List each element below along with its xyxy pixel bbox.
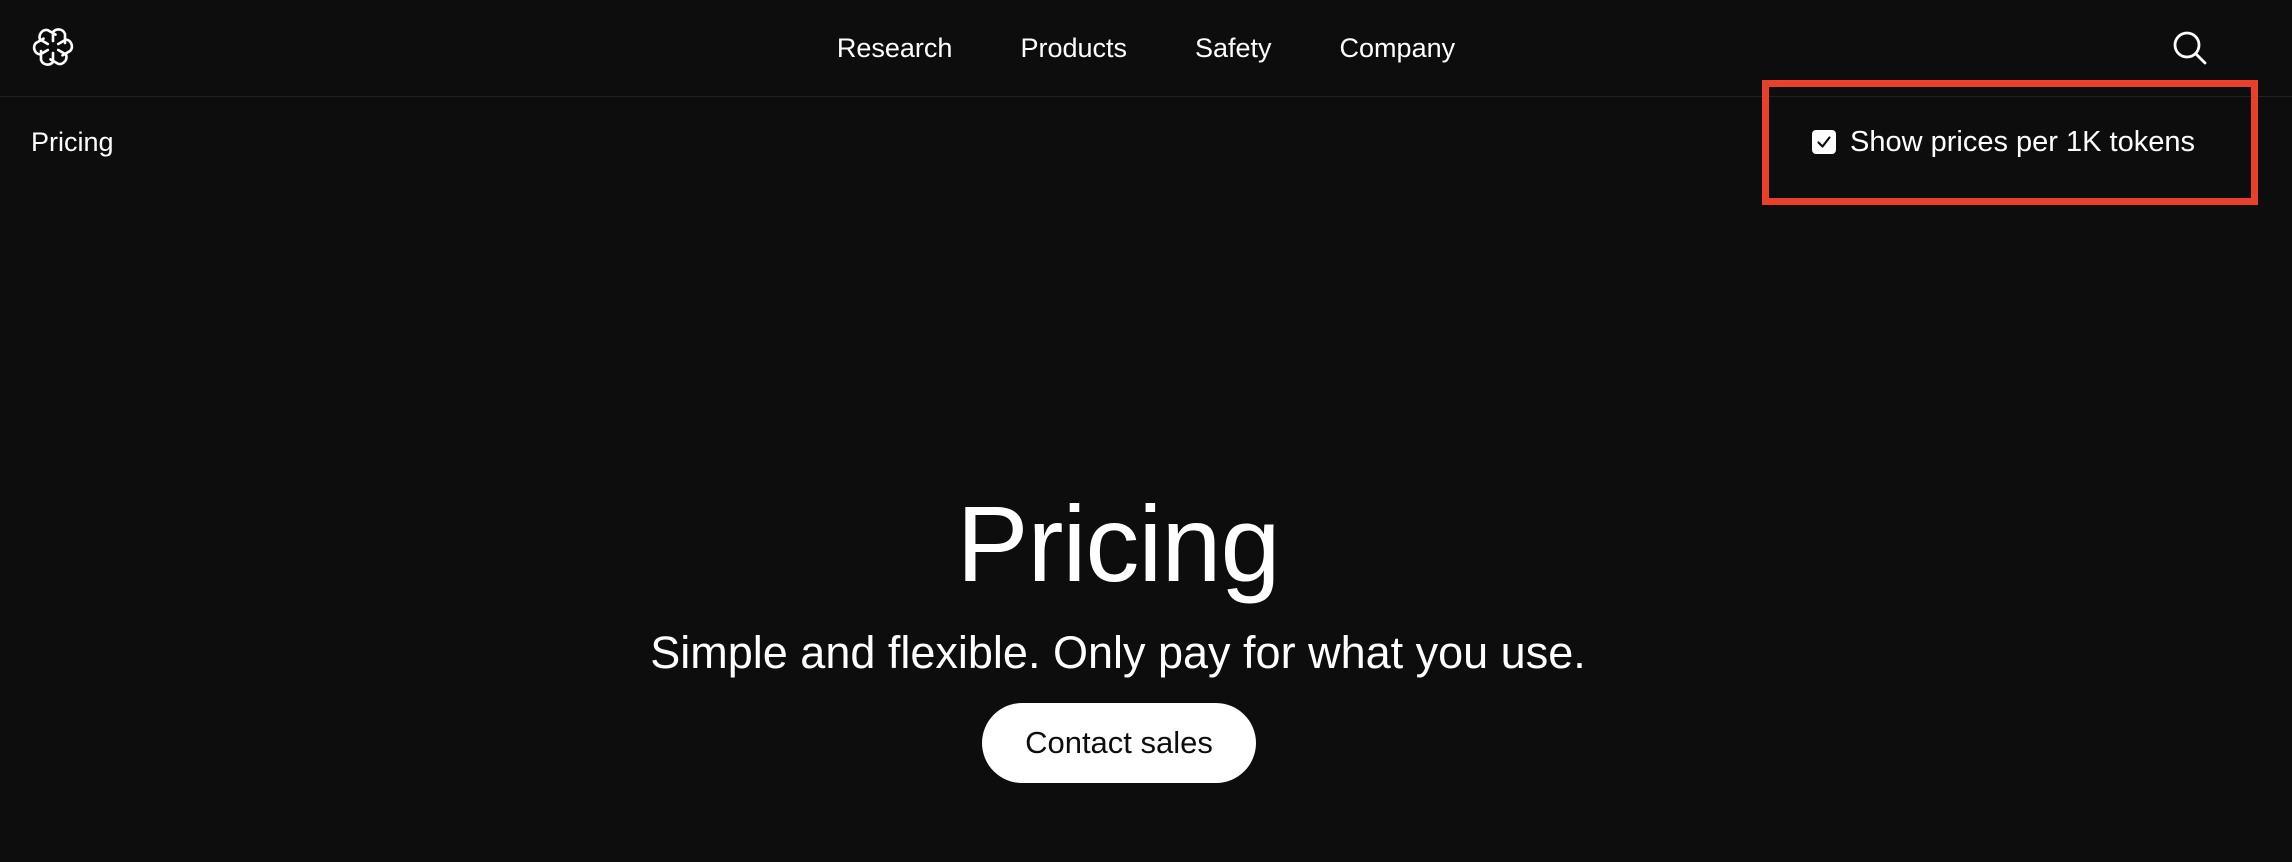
contact-sales-button[interactable]: Contact sales <box>982 703 1256 783</box>
page-title: Pricing <box>956 483 1280 605</box>
nav-link-research[interactable]: Research <box>803 0 987 96</box>
checkmark-icon <box>1817 136 1831 148</box>
pricing-page: Research Products Safety Company Pricing… <box>0 0 2292 862</box>
price-unit-label: Show prices per 1K tokens <box>1850 125 2195 158</box>
nav-link-company[interactable]: Company <box>1306 0 1490 96</box>
breadcrumb[interactable]: Pricing <box>31 124 114 160</box>
nav-link-products[interactable]: Products <box>986 0 1161 96</box>
show-per-1k-tokens-toggle[interactable]: Show prices per 1K tokens <box>1812 122 2195 162</box>
page-subtitle: Simple and flexible. Only pay for what y… <box>650 627 1586 678</box>
nav-link-safety[interactable]: Safety <box>1161 0 1306 96</box>
price-unit-checkbox[interactable] <box>1812 130 1836 154</box>
search-icon[interactable] <box>2170 28 2210 68</box>
